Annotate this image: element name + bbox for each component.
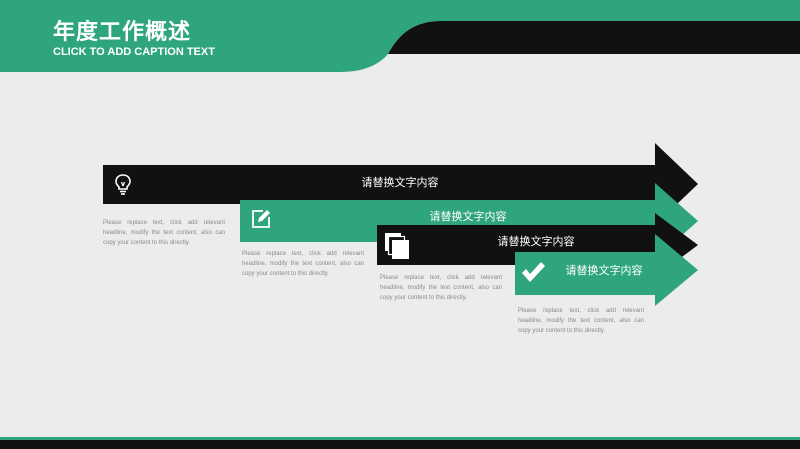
- step-4-description: Please replace text, click add relevant …: [518, 308, 644, 334]
- header-dark-band: [388, 21, 800, 54]
- step-4-label: 请替换文字内容: [565, 264, 643, 277]
- footer-dark-bar: [0, 440, 800, 449]
- footer-green-line: [0, 437, 800, 440]
- step-2-description: Please replace text, click add relevant …: [242, 251, 364, 277]
- step-3-description: Please replace text, click add relevant …: [380, 275, 502, 301]
- step-3-label: 请替换文字内容: [497, 235, 575, 248]
- page-subtitle: CLICK TO ADD CAPTION TEXT: [53, 46, 215, 58]
- documents-icon: [385, 233, 409, 259]
- edit-icon: [252, 210, 270, 228]
- lightbulb-icon: [115, 174, 131, 195]
- step-1-description: Please replace text, click add relevant …: [103, 220, 225, 246]
- step-2-label: 请替换文字内容: [429, 210, 507, 223]
- step-1-label: 请替换文字内容: [361, 176, 439, 189]
- slide: 年度工作概述 CLICK TO ADD CAPTION TEXT 请替换文字内容…: [0, 0, 800, 449]
- page-title: 年度工作概述: [53, 20, 192, 45]
